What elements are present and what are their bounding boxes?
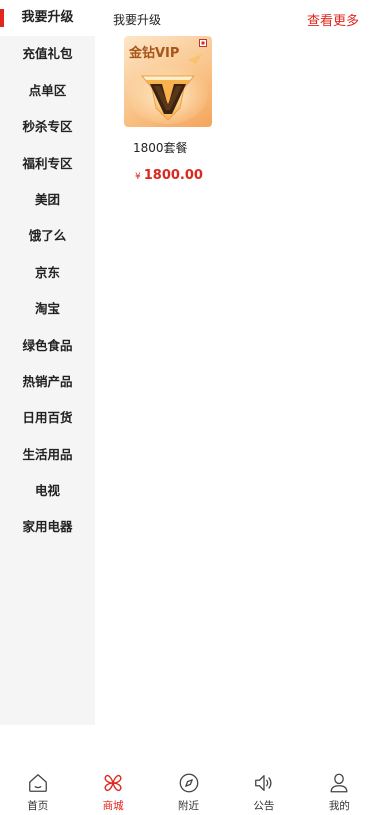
category-sidebar: 我要升级 充值礼包 点单区 秒杀专区 福利专区 美团 饿了么 京东 淘宝 绿色食… xyxy=(0,0,95,725)
product-card[interactable]: 金钻VIP 1800套餐 ¥ 1800.00 xyxy=(119,36,215,183)
price-value: 1800.00 xyxy=(143,168,203,183)
sidebar-item-tv[interactable]: 电视 xyxy=(0,473,95,509)
sidebar-item-order-zone[interactable]: 点单区 xyxy=(0,73,95,109)
sidebar-item-appliances[interactable]: 家用电器 xyxy=(0,509,95,545)
sidebar-item-upgrade[interactable]: 我要升级 xyxy=(0,0,95,37)
nav-item-notice[interactable]: 公告 xyxy=(226,760,301,815)
section-header: 我要升级 查看更多 xyxy=(95,0,377,38)
nav-item-mall[interactable]: 商城 xyxy=(75,760,150,815)
sidebar-item-daily-goods[interactable]: 日用百货 xyxy=(0,400,95,436)
bottom-navigation: 首页 商城 附近 公告 我的 xyxy=(0,760,377,815)
see-more-link[interactable]: 查看更多 xyxy=(307,10,359,29)
sidebar-item-recharge-pack[interactable]: 充值礼包 xyxy=(0,36,95,72)
sidebar-item-green-food[interactable]: 绿色食品 xyxy=(0,328,95,364)
sidebar-item-hot-products[interactable]: 热销产品 xyxy=(0,364,95,400)
product-price: ¥1800.00 xyxy=(135,168,215,183)
nav-item-nearby[interactable]: 附近 xyxy=(151,760,226,815)
sidebar-item-jd[interactable]: 京东 xyxy=(0,255,95,291)
nav-label-profile: 我的 xyxy=(328,800,350,812)
sidebar-item-living-goods[interactable]: 生活用品 xyxy=(0,437,95,473)
product-image: 金钻VIP xyxy=(124,36,212,127)
product-name: 1800套餐 xyxy=(133,141,188,155)
nav-label-notice: 公告 xyxy=(253,800,275,812)
speaker-icon xyxy=(255,775,272,791)
mall-icon xyxy=(104,774,122,792)
nav-item-home[interactable]: 首页 xyxy=(0,760,75,815)
nav-label-nearby: 附近 xyxy=(178,800,200,812)
diamond-emblem-icon xyxy=(128,54,208,124)
sidebar-item-meituan[interactable]: 美团 xyxy=(0,182,95,218)
home-icon xyxy=(28,774,47,792)
user-icon xyxy=(330,773,348,793)
compass-icon xyxy=(179,773,198,793)
sidebar-item-welfare[interactable]: 福利专区 xyxy=(0,146,95,182)
section-title: 我要升级 xyxy=(113,13,162,27)
sidebar-item-flash-sale[interactable]: 秒杀专区 xyxy=(0,109,95,145)
nav-label-mall: 商城 xyxy=(102,800,124,812)
nav-item-profile[interactable]: 我的 xyxy=(302,760,377,815)
nav-label-home: 首页 xyxy=(27,800,49,812)
sidebar-item-taobao[interactable]: 淘宝 xyxy=(0,291,95,327)
currency-symbol: ¥ xyxy=(135,172,141,182)
sidebar-item-eleme[interactable]: 饿了么 xyxy=(0,218,95,254)
